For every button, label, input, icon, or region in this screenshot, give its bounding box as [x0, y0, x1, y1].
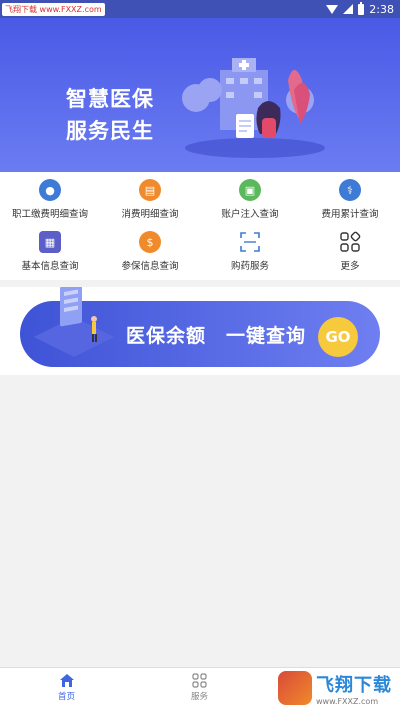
service-more[interactable]: 更多 — [300, 224, 400, 280]
card-icon: ▤ — [139, 179, 161, 201]
nav-service[interactable]: 服务 — [133, 668, 266, 712]
service-consumption[interactable]: ▤ 消费明细查询 — [100, 172, 200, 224]
home-icon — [59, 674, 74, 687]
go-button[interactable]: GO — [318, 317, 358, 357]
service-medicine-purchase[interactable]: 购药服务 — [200, 224, 300, 280]
coin-icon: $ — [139, 231, 161, 253]
service-account-deposit[interactable]: ▣ 账户注入查询 — [200, 172, 300, 224]
balance-query-banner[interactable]: 医保余额 一键查询 GO — [20, 287, 380, 367]
watermark-name: 飞翔下载 — [316, 674, 392, 696]
service-label: 费用累计查询 — [321, 209, 379, 220]
banner-line-2: 服务民生 — [66, 119, 154, 143]
service-label: 消费明细查询 — [121, 209, 179, 220]
wifi-icon — [326, 4, 339, 14]
nav-home-label: 首页 — [57, 692, 75, 702]
phone-illustration — [34, 287, 114, 357]
battery-icon — [358, 1, 365, 15]
nav-home[interactable]: 首页 — [0, 668, 133, 712]
service-grid: ● 职工缴费明细查询 ▤ 消费明细查询 ▣ 账户注入查询 ⚕ 费用累计查询 ▦ … — [0, 172, 400, 280]
service-label: 基本信息查询 — [21, 261, 79, 272]
nav-service-label: 服务 — [190, 692, 208, 702]
pills-icon: ⚕ — [339, 179, 361, 201]
info-icon: ▦ — [39, 231, 61, 253]
deposit-icon: ▣ — [239, 179, 261, 201]
hospital-illustration — [182, 58, 325, 158]
watermark-bottom: 飞翔下载 www.FXXZ.com — [278, 669, 392, 707]
banner-line-1: 智慧医保 — [66, 87, 154, 111]
promo-section: 医保余额 一键查询 GO — [0, 287, 400, 375]
watermark-top: 飞翔下载 www.FXXZ.com — [2, 3, 105, 16]
fxxz-logo-icon — [278, 671, 312, 705]
hero-banner[interactable]: 智慧医保 服务民生 — [0, 18, 400, 172]
service-employee-payment[interactable]: ● 职工缴费明细查询 — [0, 172, 100, 224]
service-label: 购药服务 — [230, 261, 269, 272]
service-basic-info[interactable]: ▦ 基本信息查询 — [0, 224, 100, 280]
wallet-icon: ● — [39, 179, 61, 201]
watermark-url: www.FXXZ.com — [316, 696, 379, 706]
status-icons: 2:38 — [326, 1, 394, 17]
service-grid-icon — [192, 673, 207, 688]
service-label: 账户注入查询 — [221, 209, 279, 220]
status-time: 2:38 — [369, 2, 394, 16]
status-bar: 飞翔下载 www.FXXZ.com 2:38 — [0, 0, 400, 18]
cell-signal-icon — [343, 4, 354, 14]
promo-text: 医保余额 一键查询 — [126, 325, 307, 347]
service-label: 职工缴费明细查询 — [11, 209, 88, 220]
service-label: 参保信息查询 — [121, 261, 179, 272]
service-cost-total[interactable]: ⚕ 费用累计查询 — [300, 172, 400, 224]
service-insurance-info[interactable]: $ 参保信息查询 — [100, 224, 200, 280]
scan-icon — [239, 231, 261, 253]
more-grid-icon — [339, 231, 361, 253]
service-label: 更多 — [340, 261, 360, 272]
